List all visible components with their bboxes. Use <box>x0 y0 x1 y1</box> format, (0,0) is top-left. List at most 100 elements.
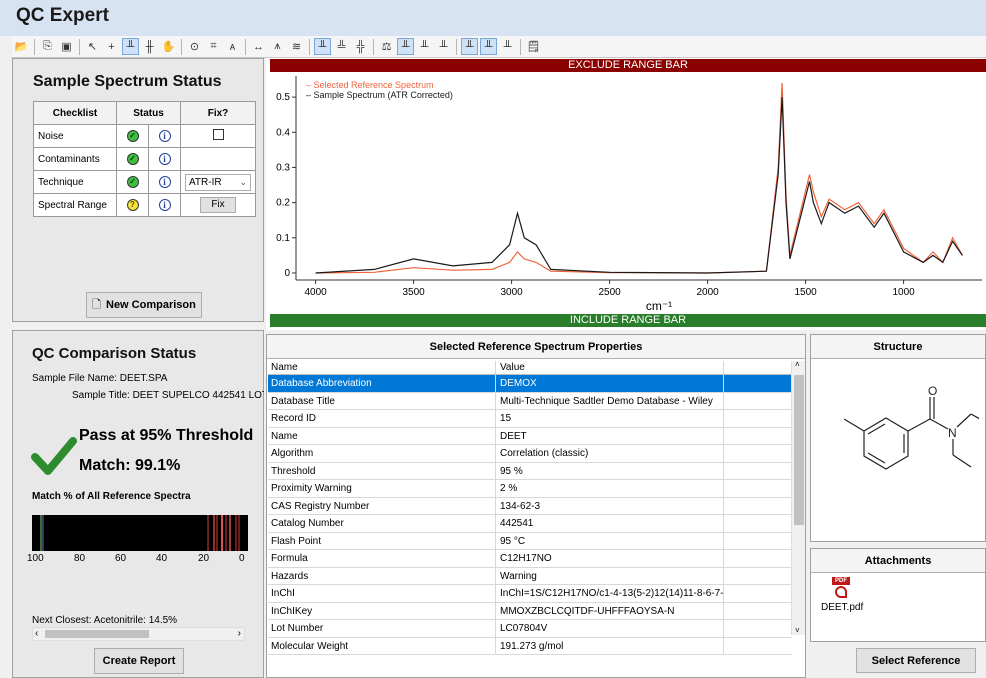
property-value: 442541 <box>496 515 724 532</box>
spectrum-chart[interactable]: 0.5 0.4 0.3 0.2 0.1 0 4000 3500 3000 2500 2000 1500… <box>266 72 986 314</box>
legend-entry: – Sample Spectrum (ATR Corrected) <box>306 90 453 100</box>
property-row[interactable]: Lot Number LC07804V <box>268 620 792 638</box>
checklist-row-noise: Noise ✓ i <box>33 124 256 148</box>
x-tick-label: 1500 <box>794 287 817 298</box>
checklist-table: Checklist Status Fix? Noise ✓ i Contamin… <box>33 101 256 217</box>
qc-expert-window: QC Expert 📂 ⎘ ▣ ↖ + ╨ ╫ ✋ ⊙ ⌗ ᴀ ↔ ⩚ ≋ ╨ … <box>0 0 986 678</box>
ir-view-icon[interactable]: ╨ <box>461 38 478 55</box>
new-comparison-button[interactable]: 🗋 New Comparison <box>86 292 202 318</box>
report-icon[interactable]: 🗒 <box>525 38 542 55</box>
view-stack-icon[interactable]: ╩ <box>333 38 350 55</box>
zoom-icon[interactable]: ⊙ <box>186 38 203 55</box>
property-row[interactable]: Hazards Warning <box>268 567 792 585</box>
raman-view-icon[interactable]: ╨ <box>480 38 497 55</box>
y-tick-label: 0.3 <box>276 162 290 173</box>
pointer-icon[interactable]: ↖ <box>84 38 101 55</box>
document-icon: 🗋 <box>92 298 101 311</box>
nir-view-icon[interactable]: ╨ <box>499 38 516 55</box>
checklist-header-row: Checklist Status Fix? <box>33 101 256 125</box>
property-name: Algorithm <box>268 445 496 462</box>
property-row[interactable]: InChI InChI=1S/C12H17NO/c1-4-13(5-2)12(14… <box>268 585 792 603</box>
property-name: Record ID <box>268 410 496 427</box>
name-column-header[interactable]: Name <box>268 361 496 374</box>
copy-icon[interactable]: ⎘ <box>39 38 56 55</box>
axis-tick: 100 <box>27 553 44 564</box>
property-row[interactable]: Formula C12H17NO <box>268 550 792 568</box>
pass-status-icon: ✓ <box>126 153 139 165</box>
scroll-left-icon[interactable]: ‹ <box>35 628 38 640</box>
toolbar-separator <box>309 38 310 55</box>
fix-header: Fix? <box>180 101 256 125</box>
zoom-region-icon[interactable]: ⌗ <box>205 38 222 55</box>
noise-fix-checkbox[interactable] <box>212 129 224 140</box>
property-row[interactable]: Threshold 95 % <box>268 462 792 480</box>
scroll-right-icon[interactable]: › <box>238 628 241 640</box>
scrollbar-thumb[interactable] <box>794 375 804 525</box>
property-row[interactable]: Flash Point 95 °C <box>268 532 792 550</box>
property-row[interactable]: Database Title Multi-Technique Sadtler De… <box>268 392 792 410</box>
select-reference-button[interactable]: Select Reference <box>856 648 976 673</box>
exclude-range-bar[interactable]: EXCLUDE RANGE BAR <box>270 59 986 72</box>
crosshair-icon[interactable]: + <box>103 38 120 55</box>
open-folder-icon[interactable]: 📂 <box>13 38 30 55</box>
property-name: Molecular Weight <box>268 637 496 654</box>
label-peaks-icon[interactable]: ᴀ <box>224 38 241 55</box>
compare-icon[interactable]: ⚖ <box>378 38 395 55</box>
technique-dropdown[interactable]: ATR-IR ⌄ <box>185 173 251 191</box>
peak-tool-icon[interactable]: ╨ <box>122 38 139 55</box>
info-icon[interactable]: i <box>158 199 171 211</box>
axis-tick: 40 <box>156 553 168 564</box>
property-row[interactable]: Catalog Number 442541 <box>268 515 792 533</box>
pass-threshold-text: Pass at 95% Threshold <box>79 427 254 444</box>
property-row[interactable]: Database Abbreviation DEMOX <box>268 375 792 393</box>
info-icon[interactable]: i <box>158 153 171 165</box>
stack-icon[interactable]: ≋ <box>288 38 305 55</box>
property-row[interactable]: Molecular Weight 191.273 g/mol <box>268 637 792 655</box>
x-tick-label: 2500 <box>598 287 621 298</box>
empty-fix-cell <box>180 147 256 171</box>
fix-spectral-range-button[interactable]: Fix <box>200 197 236 213</box>
property-row[interactable]: Name DEET <box>268 427 792 445</box>
full-scale-icon[interactable]: ↔ <box>250 38 267 55</box>
attachment-item[interactable]: PDF DEET.pdf <box>821 577 863 613</box>
property-row[interactable]: Record ID 15 <box>268 410 792 428</box>
property-name: Proximity Warning <box>268 480 496 497</box>
property-name: InChI <box>268 585 496 602</box>
property-value: LC07804V <box>496 620 724 637</box>
create-report-button[interactable]: Create Report <box>94 648 184 674</box>
property-row[interactable]: InChIKey MMOXZBCLCQITDF-UHFFFAOYSA-N <box>268 602 792 620</box>
property-row[interactable]: CAS Registry Number 134-62-3 <box>268 497 792 515</box>
view-grid-icon[interactable]: ╬ <box>352 38 369 55</box>
property-row[interactable]: Proximity Warning 2 % <box>268 480 792 498</box>
property-name: Formula <box>268 550 496 567</box>
property-value: InChI=1S/C12H17NO/c1-4-13(5-2)12(14)11-8… <box>496 585 724 602</box>
scrollbar-thumb[interactable] <box>45 630 149 638</box>
scroll-down-icon[interactable]: ˅ <box>795 626 800 635</box>
reference-spectrum-line <box>315 82 963 274</box>
info-icon[interactable]: i <box>158 176 171 188</box>
value-column-header[interactable]: Value <box>496 361 724 374</box>
properties-scrollbar[interactable]: ˄ ˅ <box>791 360 805 635</box>
property-name: CAS Registry Number <box>268 497 496 514</box>
match-text: Match: 99.1% <box>79 457 181 474</box>
y-tick-label: 0.1 <box>276 233 290 244</box>
export-image-icon[interactable]: ▣ <box>58 38 75 55</box>
pdf-badge: PDF <box>832 577 850 585</box>
info-icon[interactable]: i <box>158 130 171 142</box>
spectrum-a-icon[interactable]: ╨ <box>397 38 414 55</box>
overlay-icon[interactable]: ⩚ <box>269 38 286 55</box>
spectrum-c-icon[interactable]: ╨ <box>435 38 452 55</box>
property-value: Multi-Technique Sadtler Demo Database - … <box>496 392 724 409</box>
sample-spectrum-status-panel: Sample Spectrum Status Checklist Status … <box>12 58 264 322</box>
include-range-bar[interactable]: INCLUDE RANGE BAR <box>270 314 986 327</box>
scroll-up-icon[interactable]: ˄ <box>795 360 800 369</box>
view-overlay-icon[interactable]: ╨ <box>314 38 331 55</box>
property-name: Threshold <box>268 462 496 479</box>
attachments-panel: Attachments PDF DEET.pdf <box>810 548 986 642</box>
sample-info-scrollbar[interactable]: ‹ › <box>32 627 245 641</box>
region-tool-icon[interactable]: ╫ <box>141 38 158 55</box>
spectrum-b-icon[interactable]: ╨ <box>416 38 433 55</box>
property-row[interactable]: Algorithm Correlation (classic) <box>268 445 792 463</box>
toolbar-separator <box>79 38 80 55</box>
pan-hand-icon[interactable]: ✋ <box>160 38 177 55</box>
